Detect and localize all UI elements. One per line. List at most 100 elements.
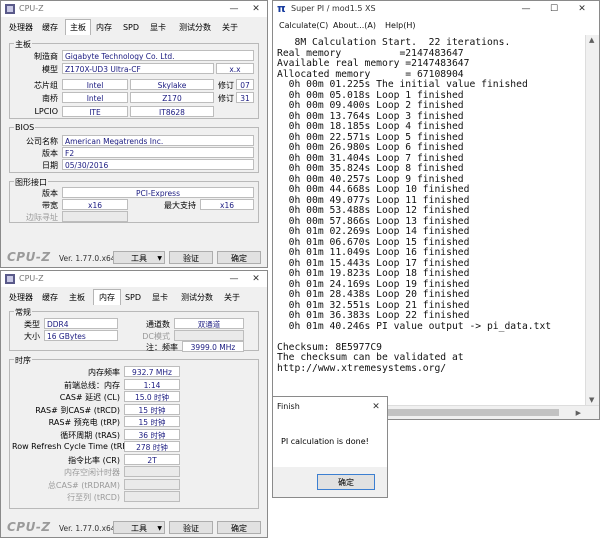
memory-general-group: 常规 类型 DDR4 大小 16 GBytes 通道数 双通道 DC模式 注：频…: [9, 307, 259, 352]
vertical-scrollbar[interactable]: ▲ ▼: [585, 35, 599, 405]
cpuz-mainboard-window: CPU-Z — ✕ 处理器 缓存 主板 内存 SPD 显卡 测试分数 关于 主板…: [0, 0, 268, 268]
model-revision: x.x: [216, 63, 254, 74]
tab-caches[interactable]: 缓存: [39, 21, 61, 34]
timing-value: 278 时钟: [124, 441, 180, 452]
smzdm-logo-icon: 值: [476, 484, 512, 520]
timing-value: [124, 478, 180, 490]
tab-memory[interactable]: 内存: [93, 289, 121, 305]
timing-label: RAS# 到CAS# (tRCD): [35, 405, 120, 415]
timing-label: 内存空闲计时器: [64, 468, 120, 477]
tab-graphics[interactable]: 显卡: [149, 291, 171, 304]
minimize-icon[interactable]: —: [515, 1, 537, 17]
watermark: 值 什么值得买 SMZDM.COM: [476, 478, 600, 538]
minimize-icon[interactable]: —: [223, 1, 245, 17]
finish-dialog: Finish ✕ PI calculation is done! 确定: [272, 396, 388, 498]
output-line: 0h 00m 26.980s Loop 6 finished: [277, 142, 464, 153]
output-text-area[interactable]: 8M Calculation Start. 22 iterations. Real…: [273, 35, 585, 405]
tab-spd[interactable]: SPD: [121, 21, 141, 34]
bios-brand-label: 公司名称: [26, 137, 58, 146]
output-line: 0h 00m 18.185s Loop 4 finished: [277, 121, 464, 132]
link-width-label: 带宽: [42, 201, 58, 210]
minimize-icon[interactable]: —: [223, 271, 245, 287]
tab-mainboard[interactable]: 主板: [65, 19, 91, 35]
validate-button[interactable]: 验证: [169, 521, 213, 534]
timing-value: 1:14: [124, 378, 180, 390]
tab-bench[interactable]: 测试分数: [177, 291, 217, 304]
memory-size-value: 16 GBytes: [44, 330, 118, 341]
maximize-icon[interactable]: ☐: [543, 1, 565, 17]
max-supported-label: 最大支持: [164, 201, 196, 210]
mainboard-group: 主板 制造商 Gigabyte Technology Co. Ltd. 模型 Z…: [9, 39, 259, 119]
title-bar[interactable]: Finish ✕: [273, 397, 387, 417]
model-value: Z170X-UD3 Ultra-CF: [62, 63, 214, 74]
output-line: 0h 01m 19.823s Loop 18 finished: [277, 268, 470, 279]
tab-about[interactable]: 关于: [219, 21, 241, 34]
lpcio-name: IT8628: [130, 106, 214, 117]
maker-label: 制造商: [34, 52, 58, 61]
ok-button[interactable]: 确定: [317, 474, 375, 490]
window-title: CPU-Z: [19, 4, 44, 13]
menu-help[interactable]: Help(H): [385, 21, 416, 30]
dropdown-arrow-icon: ▼: [157, 525, 162, 532]
dialog-message: PI calculation is done!: [281, 437, 369, 446]
tab-graphics[interactable]: 显卡: [147, 21, 169, 34]
timings-group-title: 时序: [14, 355, 32, 366]
cpuz-app-icon: [5, 4, 15, 14]
memory-size-label: 大小: [24, 332, 40, 341]
chipset-vendor: Intel: [62, 79, 128, 90]
timing-label: 指令比率 (CR): [68, 455, 120, 465]
chipset-rev-label: 修订: [218, 81, 234, 90]
lpcio-label: LPCIO: [34, 107, 58, 116]
menu-calculate[interactable]: Calculate(C): [279, 21, 328, 30]
close-icon[interactable]: ✕: [571, 1, 593, 17]
scroll-up-icon[interactable]: ▲: [589, 36, 594, 44]
graphic-version-label: 版本: [42, 189, 58, 198]
close-icon[interactable]: ✕: [365, 399, 387, 415]
lpcio-vendor: ITE: [62, 106, 128, 117]
bios-brand-value: American Megatrends Inc.: [62, 135, 254, 146]
output-line: Available real memory =2147483647: [277, 58, 470, 69]
output-line: The checksum can be validated at: [277, 352, 464, 363]
title-bar[interactable]: CPU-Z — ✕: [1, 271, 267, 287]
tab-caches[interactable]: 缓存: [39, 291, 61, 304]
tab-bench[interactable]: 测试分数: [175, 21, 215, 34]
tab-spd[interactable]: SPD: [123, 291, 143, 304]
mainboard-group-title: 主板: [14, 39, 32, 50]
output-line: 0h 01m 11.049s Loop 16 finished: [277, 247, 470, 258]
link-width-value: x16: [62, 199, 128, 210]
pi-app-icon: π: [277, 2, 286, 15]
timing-value: 15 时钟: [124, 403, 180, 415]
close-icon[interactable]: ✕: [245, 271, 267, 287]
tools-button[interactable]: 工具 ▼: [113, 251, 165, 264]
title-bar[interactable]: π Super PI / mod1.5 XS — ☐ ✕: [273, 1, 599, 17]
cpuz-memory-window: CPU-Z — ✕ 处理器 缓存 主板 内存 SPD 显卡 测试分数 关于 常规…: [0, 270, 268, 538]
timing-value: 2T: [124, 453, 180, 465]
tab-mainboard[interactable]: 主板: [65, 291, 89, 304]
general-group-title: 常规: [14, 307, 32, 318]
scroll-right-icon[interactable]: ▶: [576, 409, 581, 417]
tab-memory[interactable]: 内存: [93, 21, 115, 34]
bios-date-label: 日期: [42, 161, 58, 170]
close-icon[interactable]: ✕: [245, 1, 267, 17]
menu-about[interactable]: About...(A): [333, 21, 376, 30]
tab-about[interactable]: 关于: [221, 291, 243, 304]
tools-button-label: 工具: [131, 254, 147, 263]
bios-group: BIOS 公司名称 American Megatrends Inc. 版本 F2…: [9, 123, 259, 173]
timing-value: 15 时钟: [124, 416, 180, 427]
channel-label: 通道数: [146, 320, 170, 329]
ok-button[interactable]: 确定: [217, 251, 261, 264]
southbridge-label: 南桥: [42, 94, 58, 103]
cpuz-app-icon: [5, 274, 15, 284]
bios-group-title: BIOS: [14, 123, 36, 132]
scroll-down-icon[interactable]: ▼: [589, 396, 594, 404]
tab-cpu[interactable]: 处理器: [7, 21, 35, 34]
title-bar[interactable]: CPU-Z — ✕: [1, 1, 267, 17]
validate-button[interactable]: 验证: [169, 251, 213, 264]
dc-mode-value: [174, 330, 244, 341]
tab-cpu[interactable]: 处理器: [7, 291, 35, 304]
tools-button[interactable]: 工具 ▼: [113, 521, 165, 534]
timing-label: 行至列 (tRCD): [67, 493, 120, 502]
output-line: http://www.xtremesystems.org/: [277, 362, 447, 374]
ok-button[interactable]: 确定: [217, 521, 261, 534]
superpi-window: π Super PI / mod1.5 XS — ☐ ✕ Calculate(C…: [272, 0, 600, 420]
